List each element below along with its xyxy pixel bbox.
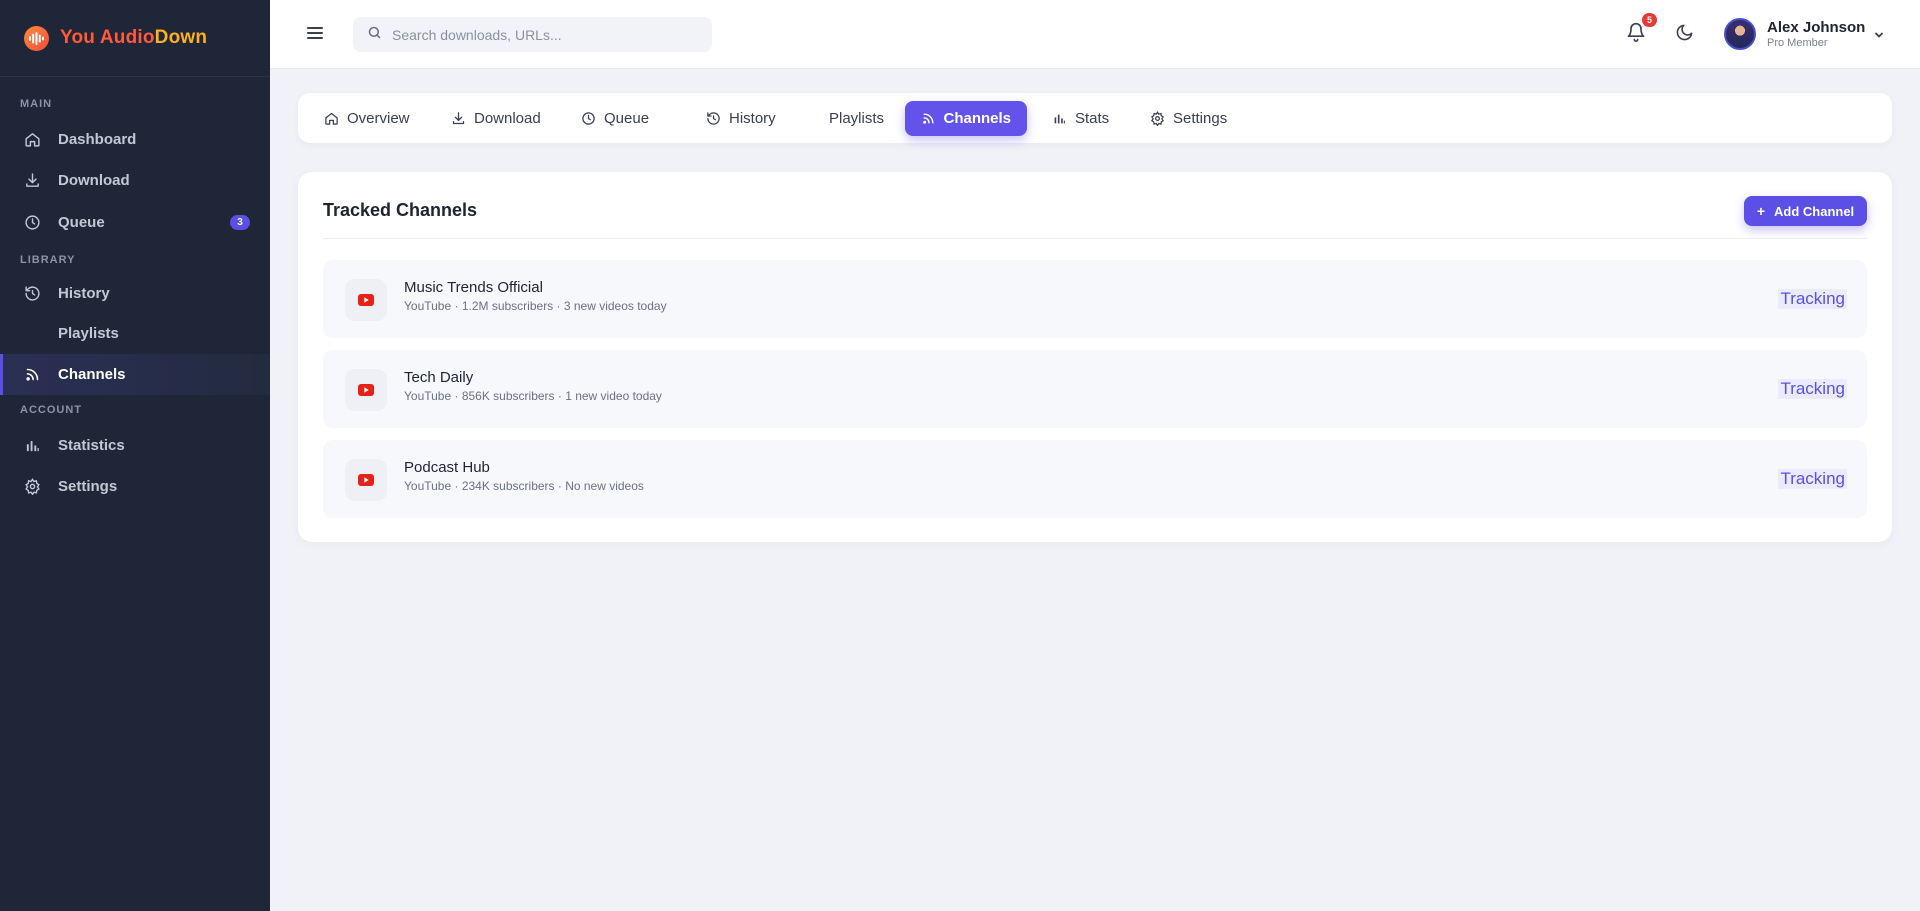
clock-icon — [23, 214, 41, 232]
tab-label: Channels — [943, 110, 1011, 127]
tab-label: Queue — [604, 110, 650, 127]
youtube-icon — [345, 279, 387, 321]
bar-chart-icon — [23, 437, 41, 455]
gear-icon — [23, 478, 41, 496]
rss-icon — [921, 111, 935, 126]
user-name[interactable]: Alex Johnson — [1767, 19, 1865, 36]
sidebar-item-settings[interactable]: Settings — [0, 466, 270, 507]
sidebar: You AudioDown MAIN Dashboard Download Qu… — [0, 0, 270, 911]
sidebar-item-dashboard[interactable]: Dashboard — [0, 119, 270, 160]
audio-wave-logo-icon — [24, 25, 49, 51]
tab-settings[interactable]: Settings — [1134, 101, 1243, 136]
tab-download[interactable]: Download — [435, 101, 557, 136]
brand-name: You AudioDown — [60, 27, 208, 48]
search-icon — [367, 25, 382, 45]
channel-row[interactable]: Tech Daily YouTube · 856K subscribers · … — [323, 350, 1867, 428]
channel-row[interactable]: Music Trends Official YouTube · 1.2M sub… — [323, 260, 1867, 338]
tab-label: Stats — [1075, 110, 1110, 127]
plus-icon: + — [1756, 203, 1765, 219]
search-bar[interactable] — [353, 17, 712, 52]
tab-label: Settings — [1173, 110, 1228, 127]
sidebar-item-label: History — [58, 285, 110, 302]
tab-label: History — [729, 110, 776, 127]
bar-chart-icon — [1052, 111, 1067, 126]
sidebar-item-label: Channels — [58, 366, 126, 383]
tab-history[interactable]: History — [690, 101, 792, 136]
sidebar-item-download[interactable]: Download — [0, 160, 270, 201]
home-icon — [324, 111, 339, 126]
sidebar-item-queue[interactable]: Queue 3 — [0, 202, 270, 243]
youtube-icon — [345, 369, 387, 411]
brand[interactable]: You AudioDown — [0, 0, 270, 77]
tab-bar: Overview Download Queue History Playlist… — [298, 93, 1892, 143]
channel-name: Tech Daily — [404, 369, 474, 386]
sidebar-item-statistics[interactable]: Statistics — [0, 425, 270, 466]
sidebar-item-label: Statistics — [58, 437, 125, 454]
clock-icon — [581, 111, 596, 126]
tracking-status[interactable]: Tracking — [1778, 289, 1847, 309]
tab-label: Overview — [347, 110, 410, 127]
search-input[interactable] — [392, 26, 692, 43]
tab-label: Download — [474, 110, 541, 127]
tracking-status[interactable]: Tracking — [1778, 469, 1847, 489]
gear-icon — [1150, 111, 1165, 126]
sidebar-item-label: Playlists — [58, 325, 119, 342]
divider — [323, 238, 1867, 239]
channel-meta: YouTube · 856K subscribers · 1 new video… — [404, 389, 662, 403]
notification-count-badge: 5 — [1642, 13, 1657, 27]
top-header: 5 Alex Johnson Pro Member — [270, 0, 1920, 69]
sidebar-item-label: Queue — [58, 214, 105, 231]
queue-count-badge: 3 — [230, 215, 250, 230]
channel-name: Podcast Hub — [404, 459, 490, 476]
tab-stats[interactable]: Stats — [1036, 101, 1125, 136]
user-role: Pro Member — [1767, 37, 1828, 49]
download-icon — [451, 111, 466, 126]
channel-row[interactable]: Podcast Hub YouTube · 234K subscribers ·… — [323, 440, 1867, 518]
chevron-down-icon[interactable] — [1873, 28, 1885, 40]
moon-icon[interactable] — [1675, 23, 1695, 43]
download-icon — [23, 172, 41, 190]
tab-queue[interactable]: Queue — [565, 101, 665, 136]
tab-channels[interactable]: Channels — [905, 101, 1027, 136]
section-label-library: LIBRARY — [20, 254, 76, 266]
channel-meta: YouTube · 1.2M subscribers · 3 new video… — [404, 299, 667, 313]
sidebar-item-channels[interactable]: Channels — [0, 354, 270, 395]
section-label-account: ACCOUNT — [20, 404, 82, 416]
sidebar-item-label: Download — [58, 172, 130, 189]
history-icon — [706, 111, 721, 126]
sidebar-item-label: Dashboard — [58, 131, 137, 148]
youtube-icon — [345, 459, 387, 501]
tracking-status[interactable]: Tracking — [1778, 379, 1847, 399]
channel-meta: YouTube · 234K subscribers · No new vide… — [404, 479, 644, 493]
tab-playlists[interactable]: Playlists — [813, 101, 900, 136]
sidebar-item-label: Settings — [58, 478, 118, 495]
hamburger-menu-icon[interactable] — [306, 24, 324, 42]
avatar[interactable] — [1724, 18, 1756, 50]
tab-overview[interactable]: Overview — [308, 101, 426, 136]
page-title: Tracked Channels — [323, 200, 478, 220]
home-icon — [23, 131, 41, 149]
channel-name: Music Trends Official — [404, 279, 543, 296]
history-icon — [23, 285, 41, 303]
section-label-main: MAIN — [20, 98, 53, 110]
tracked-channels-card: Tracked Channels + Add Channel Music Tre… — [298, 172, 1892, 542]
tab-label: Playlists — [829, 110, 885, 127]
rss-icon — [23, 366, 41, 384]
sidebar-item-history[interactable]: History — [0, 273, 270, 314]
add-channel-button[interactable]: + Add Channel — [1744, 196, 1867, 226]
sidebar-item-playlists[interactable]: Playlists — [0, 313, 270, 354]
